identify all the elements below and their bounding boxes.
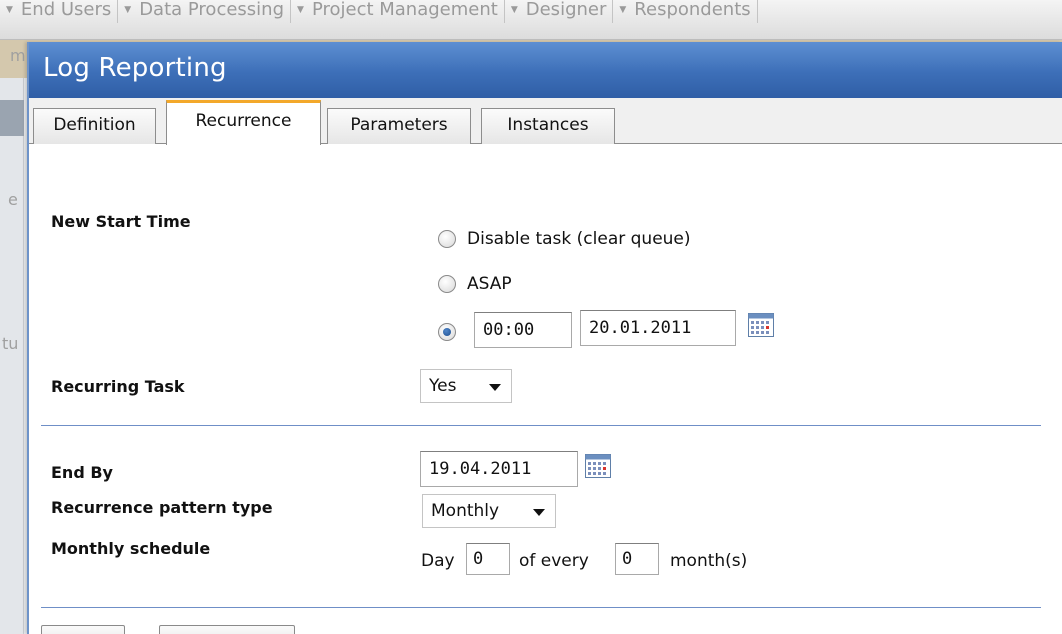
day-prefix-label: Day: [421, 551, 455, 571]
nav-item-label: Data Processing: [139, 0, 285, 20]
background-left-panel: [0, 78, 24, 634]
chevron-down-icon: [489, 384, 501, 391]
end-by-label: End By: [51, 463, 113, 482]
nav-item-respondents[interactable]: ▼ Respondents: [613, 0, 758, 23]
background-text-fragment: tu: [2, 334, 19, 353]
log-reporting-dialog: Log Reporting Definition Recurrence Para…: [27, 42, 1062, 634]
chevron-down-icon: [533, 509, 545, 516]
background-top-nav: ▼ End Users ▼ Data Processing ▼ Project Manag…: [0, 0, 1062, 40]
nav-item-label: Project Management: [311, 0, 498, 20]
background-text-fragment: m: [10, 46, 26, 65]
tab-definition[interactable]: Definition: [33, 108, 156, 144]
asap-label: ASAP: [467, 274, 512, 294]
start-time-input[interactable]: 00:00: [474, 312, 572, 348]
nav-item-project-management[interactable]: ▼ Project Management: [291, 0, 505, 23]
recurring-task-value: Yes: [429, 376, 457, 396]
tab-recurrence[interactable]: Recurrence: [166, 100, 321, 145]
recurring-task-label: Recurring Task: [51, 377, 185, 396]
new-start-time-label: New Start Time: [51, 212, 191, 231]
radio-disable-task[interactable]: [438, 230, 456, 248]
month-interval-input[interactable]: 0: [615, 543, 659, 575]
background-left-band: [0, 100, 24, 136]
nav-item-data-processing[interactable]: ▼ Data Processing: [118, 0, 292, 23]
day-number-input[interactable]: 0: [466, 543, 510, 575]
section-divider: [41, 425, 1041, 426]
recurrence-pattern-value: Monthly: [431, 501, 500, 521]
cancel-button[interactable]: Cancel: [159, 625, 295, 634]
dialog-titlebar[interactable]: Log Reporting: [29, 42, 1062, 98]
calendar-icon[interactable]: [585, 454, 611, 478]
radio-asap[interactable]: [438, 275, 456, 293]
tab-instances[interactable]: Instances: [481, 108, 615, 144]
recurrence-pattern-label: Recurrence pattern type: [51, 498, 273, 517]
background-text-fragment: e: [8, 190, 18, 209]
tab-parameters[interactable]: Parameters: [327, 108, 471, 144]
calendar-icon[interactable]: [748, 313, 774, 337]
nav-item-label: Designer: [525, 0, 607, 20]
end-by-date-input[interactable]: 19.04.2011: [420, 451, 578, 487]
nav-item-end-users[interactable]: ▼ End Users: [0, 0, 119, 23]
radio-specific-time[interactable]: [438, 323, 456, 341]
nav-item-label: End Users: [20, 0, 112, 20]
recurring-task-select[interactable]: Yes: [420, 369, 512, 403]
dialog-title: Log Reporting: [43, 53, 227, 83]
start-date-input[interactable]: 20.01.2011: [580, 310, 736, 346]
months-unit-label: month(s): [670, 551, 748, 571]
recurrence-pattern-select[interactable]: Monthly: [422, 494, 556, 528]
nav-item-designer[interactable]: ▼ Designer: [505, 0, 614, 23]
monthly-schedule-label: Monthly schedule: [51, 539, 211, 558]
save-button[interactable]: Save: [41, 625, 125, 634]
disable-task-label: Disable task (clear queue): [467, 229, 691, 249]
section-divider: [41, 607, 1041, 608]
tab-bar: Definition Recurrence Parameters Instanc…: [29, 98, 1062, 145]
of-every-label: of every: [519, 551, 589, 571]
nav-item-label: Respondents: [634, 0, 751, 20]
